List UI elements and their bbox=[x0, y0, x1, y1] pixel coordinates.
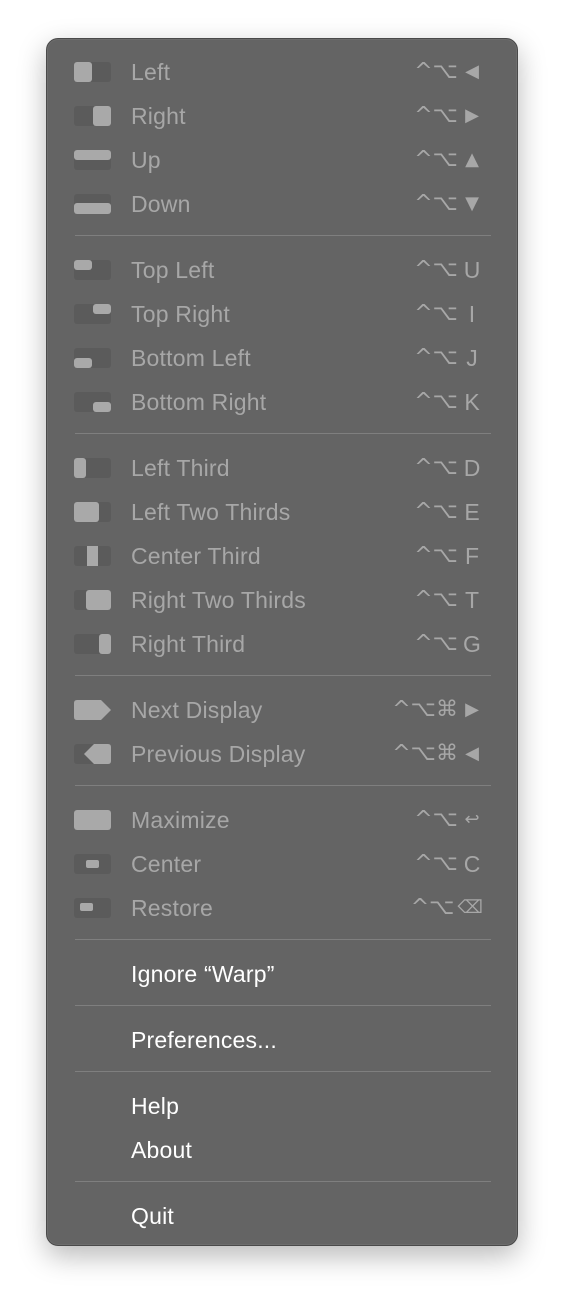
keyboard-shortcut: ^⌥ U bbox=[414, 257, 481, 283]
menu-item-label: Left bbox=[131, 59, 171, 85]
menu-item-label: Left Two Thirds bbox=[131, 499, 291, 525]
menu-item-center[interactable]: Center ^⌥ C bbox=[47, 842, 517, 886]
menu-item-right-third[interactable]: Right Third ^⌥ G bbox=[47, 622, 517, 666]
left-half-icon bbox=[74, 62, 111, 82]
keyboard-shortcut: ^⌥ ↩ bbox=[414, 807, 480, 832]
menu-item-top-right[interactable]: Top Right ^⌥ I bbox=[47, 292, 517, 336]
menu-item-help[interactable]: Help bbox=[47, 1084, 517, 1128]
bottom-half-icon bbox=[74, 194, 111, 214]
menu-item-label: Previous Display bbox=[131, 741, 306, 767]
menu-separator bbox=[75, 675, 491, 676]
menu-item-label: Ignore “Warp” bbox=[131, 961, 275, 987]
menu-item-left-third[interactable]: Left Third ^⌥ D bbox=[47, 446, 517, 490]
previous-display-icon bbox=[74, 744, 111, 764]
menu-item-restore[interactable]: Restore ^⌥ ⌫ bbox=[47, 886, 517, 930]
keyboard-shortcut: ^⌥ G bbox=[414, 631, 481, 657]
menu-item-label: Up bbox=[131, 147, 161, 173]
menu-item-label: Left Third bbox=[131, 455, 230, 481]
keyboard-shortcut: ^⌥ E bbox=[414, 499, 480, 525]
center-icon bbox=[74, 854, 111, 874]
menu-separator bbox=[75, 939, 491, 940]
menu-separator bbox=[75, 1071, 491, 1072]
top-right-quarter-icon bbox=[74, 304, 111, 324]
menu-item-bottom-right[interactable]: Bottom Right ^⌥ K bbox=[47, 380, 517, 424]
menu-item-label: Right Third bbox=[131, 631, 246, 657]
menu-item-about[interactable]: About bbox=[47, 1128, 517, 1172]
menu-item-next-display[interactable]: Next Display ^⌥⌘ ▶ bbox=[47, 688, 517, 732]
right-two-thirds-icon bbox=[74, 590, 111, 610]
menu-item-up[interactable]: Up ^⌥ ▲ bbox=[47, 138, 517, 182]
menu-item-label: Next Display bbox=[131, 697, 263, 723]
menu-item-quit[interactable]: Quit bbox=[47, 1194, 517, 1238]
keyboard-shortcut: ^⌥ J bbox=[414, 345, 478, 371]
keyboard-shortcut: ^⌥ T bbox=[414, 587, 480, 613]
menu-item-right-two-thirds[interactable]: Right Two Thirds ^⌥ T bbox=[47, 578, 517, 622]
keyboard-shortcut: ^⌥⌘ ◀ bbox=[392, 741, 479, 766]
menu-item-label: Bottom Left bbox=[131, 345, 251, 371]
top-left-quarter-icon bbox=[74, 260, 111, 280]
menu-item-right[interactable]: Right ^⌥ ▶ bbox=[47, 94, 517, 138]
menu-separator bbox=[75, 433, 491, 434]
right-third-icon bbox=[74, 634, 111, 654]
menu-item-label: Maximize bbox=[131, 807, 230, 833]
left-third-icon bbox=[74, 458, 111, 478]
keyboard-shortcut: ^⌥ ◀ bbox=[414, 59, 479, 84]
bottom-left-quarter-icon bbox=[74, 348, 111, 368]
menu-item-ignore-app[interactable]: Ignore “Warp” bbox=[47, 952, 517, 996]
keyboard-shortcut: ^⌥ ⌫ bbox=[410, 895, 483, 920]
menu-separator bbox=[75, 1181, 491, 1182]
menu-item-label: Right bbox=[131, 103, 186, 129]
menu-item-label: Top Right bbox=[131, 301, 230, 327]
menu-item-top-left[interactable]: Top Left ^⌥ U bbox=[47, 248, 517, 292]
menu-item-label: Preferences... bbox=[131, 1027, 277, 1053]
menu-item-label: Help bbox=[131, 1093, 180, 1119]
menu-item-label: Center bbox=[131, 851, 202, 877]
bottom-right-quarter-icon bbox=[74, 392, 111, 412]
menu-item-maximize[interactable]: Maximize ^⌥ ↩ bbox=[47, 798, 517, 842]
menu-item-label: Down bbox=[131, 191, 191, 217]
menu-item-center-third[interactable]: Center Third ^⌥ F bbox=[47, 534, 517, 578]
keyboard-shortcut: ^⌥ F bbox=[414, 543, 480, 569]
menu-separator bbox=[75, 785, 491, 786]
keyboard-shortcut: ^⌥ ▲ bbox=[414, 147, 479, 172]
menu-item-label: About bbox=[131, 1137, 193, 1163]
window-layout-menu: Left ^⌥ ◀ Right ^⌥ ▶ Up ^⌥ ▲ Down ^⌥ ▼ T… bbox=[46, 38, 518, 1246]
menu-item-preferences[interactable]: Preferences... bbox=[47, 1018, 517, 1062]
menu-item-label: Right Two Thirds bbox=[131, 587, 306, 613]
keyboard-shortcut: ^⌥ ▶ bbox=[414, 103, 479, 128]
keyboard-shortcut: ^⌥ I bbox=[414, 301, 476, 327]
menu-item-left[interactable]: Left ^⌥ ◀ bbox=[47, 50, 517, 94]
keyboard-shortcut: ^⌥ ▼ bbox=[414, 191, 479, 216]
top-half-icon bbox=[74, 150, 111, 170]
right-half-icon bbox=[74, 106, 111, 126]
left-two-thirds-icon bbox=[74, 502, 111, 522]
menu-item-left-two-thirds[interactable]: Left Two Thirds ^⌥ E bbox=[47, 490, 517, 534]
menu-item-label: Bottom Right bbox=[131, 389, 267, 415]
keyboard-shortcut: ^⌥⌘ ▶ bbox=[392, 697, 479, 722]
maximize-icon bbox=[74, 810, 111, 830]
keyboard-shortcut: ^⌥ D bbox=[414, 455, 481, 481]
keyboard-shortcut: ^⌥ C bbox=[414, 851, 481, 877]
menu-item-bottom-left[interactable]: Bottom Left ^⌥ J bbox=[47, 336, 517, 380]
keyboard-shortcut: ^⌥ K bbox=[414, 389, 480, 415]
menu-item-label: Restore bbox=[131, 895, 213, 921]
restore-icon bbox=[74, 898, 111, 918]
menu-separator bbox=[75, 1005, 491, 1006]
menu-item-label: Quit bbox=[131, 1203, 174, 1229]
menu-item-down[interactable]: Down ^⌥ ▼ bbox=[47, 182, 517, 226]
menu-separator bbox=[75, 235, 491, 236]
menu-item-label: Top Left bbox=[131, 257, 215, 283]
menu-item-previous-display[interactable]: Previous Display ^⌥⌘ ◀ bbox=[47, 732, 517, 776]
next-display-icon bbox=[74, 700, 111, 720]
menu-item-label: Center Third bbox=[131, 543, 261, 569]
center-third-icon bbox=[74, 546, 111, 566]
